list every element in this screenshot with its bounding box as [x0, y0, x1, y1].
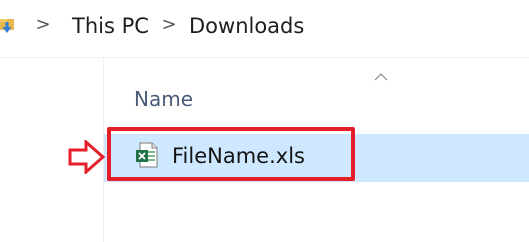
address-bar-divider — [0, 57, 529, 58]
highlight-box — [107, 127, 355, 181]
breadcrumb-item-this-pc[interactable]: This PC — [72, 12, 149, 40]
breadcrumb-separator-icon[interactable]: > — [160, 14, 178, 36]
breadcrumb-item-downloads[interactable]: Downloads — [189, 12, 304, 40]
column-header-name[interactable]: Name — [134, 85, 193, 113]
downloads-folder-icon — [0, 16, 16, 34]
breadcrumb-separator-icon[interactable]: > — [34, 14, 52, 36]
right-arrow-icon — [68, 138, 106, 176]
sort-ascending-icon — [372, 68, 390, 81]
address-bar[interactable]: > This PC > Downloads — [0, 0, 529, 58]
